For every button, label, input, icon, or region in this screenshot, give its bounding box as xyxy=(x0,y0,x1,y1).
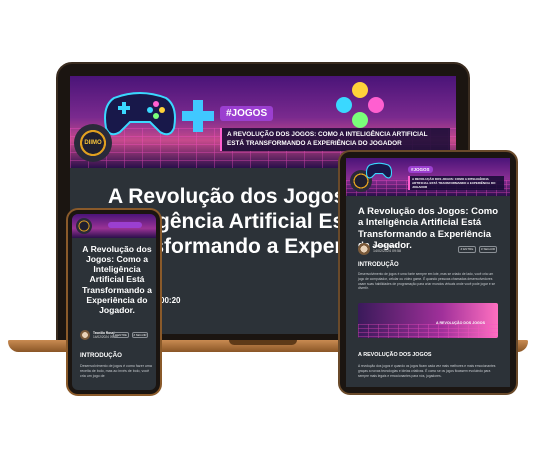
brand-logo xyxy=(76,218,92,234)
author-date: 14/02/2024 09:58 xyxy=(373,249,401,253)
brand-logo: DIIMO xyxy=(74,124,112,162)
laptop-notch xyxy=(229,340,297,345)
intro-heading: INTRODUÇÃO xyxy=(80,352,122,359)
avatar xyxy=(358,243,370,255)
read-time: 00:20 xyxy=(160,296,181,305)
article-image-caption: A REVOLUÇÃO DOS JOGOS xyxy=(436,321,485,325)
category-tag xyxy=(108,222,142,228)
device-mockup: DIIMO #JOGOS A Revolução dos Jogos: Como… xyxy=(0,0,546,457)
follow-button[interactable]: # SEGUIR xyxy=(132,332,148,338)
banner-headline: A Revolução dos Jogos: Como a Inteligênc… xyxy=(220,128,450,152)
banner-headline: A Revolução dos Jogos: Como a Inteligênc… xyxy=(408,176,504,191)
category-tag[interactable]: #JOGOS xyxy=(408,166,433,173)
author-info: Tecnõlo Rossi 14/02/2024 09:58 xyxy=(373,244,401,253)
gamepad-icon xyxy=(104,92,176,136)
intro-heading: INTRODUÇÃO xyxy=(358,262,399,268)
article-title: A Revolução dos Jogos: Como a Inteligênc… xyxy=(82,244,152,315)
intro-text: Desenvolvimento de jogos é uma fonte sem… xyxy=(358,272,496,291)
share-button[interactable]: # ENTRE xyxy=(113,332,129,338)
gamepad-buttons-icon xyxy=(336,82,384,128)
section-heading: A REVOLUÇÃO DOS JOGOS xyxy=(358,352,432,358)
phone-screen: A Revolução dos Jogos: Como a Inteligênc… xyxy=(72,214,156,390)
article-image: A REVOLUÇÃO DOS JOGOS xyxy=(358,303,498,338)
tablet-banner-image: #JOGOS A Revolução dos Jogos: Como a Int… xyxy=(346,158,510,196)
tablet-screen: #JOGOS A Revolução dos Jogos: Como a Int… xyxy=(346,158,510,387)
share-button[interactable]: # ENTRE xyxy=(458,246,476,253)
brand-logo-text: DIIMO xyxy=(84,140,102,146)
follow-button[interactable]: # SEGUIR xyxy=(479,246,497,253)
neon-grid-floor xyxy=(358,324,498,338)
gamepad-icon xyxy=(365,162,393,179)
plus-icon xyxy=(182,100,214,132)
phone-banner-image xyxy=(72,214,156,238)
category-tag[interactable]: #JOGOS xyxy=(220,106,274,121)
section-text: A revolução dos jogos é quando os jogos … xyxy=(358,364,496,378)
author-block: Tecnõlo Rossi 14/02/2024 09:58 xyxy=(358,243,401,255)
intro-text: Desenvolvimento de jogos é como fazer um… xyxy=(80,364,152,379)
avatar xyxy=(80,330,90,340)
